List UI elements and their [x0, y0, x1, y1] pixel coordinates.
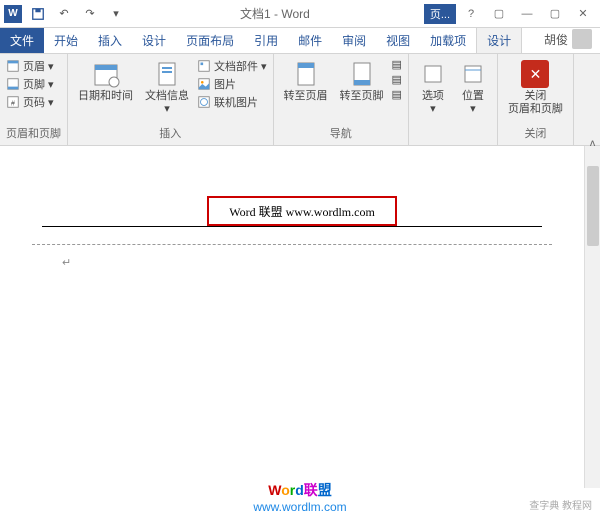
header-boundary [32, 244, 552, 245]
close-window-icon[interactable]: ✕ [570, 4, 596, 24]
vertical-scrollbar[interactable] [584, 146, 600, 488]
minimize-icon[interactable]: — [514, 4, 540, 24]
goto-footer-icon [348, 60, 376, 88]
nav-next-button[interactable]: ▤ [392, 73, 402, 86]
document-icon [153, 60, 181, 88]
ribbon: 页眉 ▾ 页脚 ▾ #页码 ▾ 页眉和页脚 日期和时间 文档信息▾ 文档部件 ▾… [0, 54, 600, 146]
window-title: 文档1 - Word [126, 5, 424, 22]
quick-access-toolbar: ↶ ↷ ▾ [28, 4, 126, 24]
docinfo-button[interactable]: 文档信息▾ [141, 58, 193, 125]
ribbon-tabs: 文件 开始 插入 设计 页面布局 引用 邮件 审阅 视图 加载项 设计 胡俊 [0, 28, 600, 54]
header-button[interactable]: 页眉 ▾ [6, 58, 61, 74]
user-name: 胡俊 [544, 31, 568, 48]
page: Word 联盟 www.wordlm.com ↵ [32, 176, 552, 476]
pagenum-button[interactable]: #页码 ▾ [6, 94, 61, 110]
options-button[interactable]: 选项▾ [415, 58, 451, 129]
tab-design[interactable]: 设计 [132, 28, 176, 53]
header-rule [42, 226, 542, 227]
group-label: 插入 [74, 125, 267, 141]
redo-icon[interactable]: ↷ [80, 4, 100, 24]
tab-addins[interactable]: 加载项 [420, 28, 476, 53]
tab-references[interactable]: 引用 [244, 28, 288, 53]
group-label: 关闭 [504, 125, 567, 141]
svg-text:#: # [11, 101, 15, 108]
tab-view[interactable]: 视图 [376, 28, 420, 53]
nav-prev-button[interactable]: ▤ [392, 58, 402, 71]
tab-insert[interactable]: 插入 [88, 28, 132, 53]
close-hf-button[interactable]: ✕ 关闭 页眉和页脚 [504, 58, 567, 118]
watermark-source: 查字典 教程网 [529, 497, 592, 512]
calendar-icon [92, 60, 120, 88]
goto-footer-button[interactable]: 转至页脚 [336, 58, 388, 125]
watermark-url: www.wordlm.com [253, 500, 346, 514]
footer-button[interactable]: 页脚 ▾ [6, 76, 61, 92]
undo-icon[interactable]: ↶ [54, 4, 74, 24]
group-options: 选项▾ 位置▾ [409, 54, 498, 145]
group-label: 导航 [280, 125, 402, 141]
position-button[interactable]: 位置▾ [455, 58, 491, 129]
close-icon: ✕ [521, 60, 549, 88]
titlebar: W ↶ ↷ ▾ 文档1 - Word 页... ? ▢ — ▢ ✕ [0, 0, 600, 28]
nav-link-button[interactable]: ▤ [392, 88, 402, 101]
goto-header-icon [292, 60, 320, 88]
online-picture-button[interactable]: 联机图片 [197, 94, 267, 110]
group-label: 页眉和页脚 [6, 125, 61, 141]
group-label [415, 129, 491, 141]
help-icon[interactable]: ? [458, 4, 484, 24]
picture-button[interactable]: 图片 [197, 76, 267, 92]
paragraph-mark: ↵ [62, 256, 71, 269]
ribbon-options-icon[interactable]: ▢ [486, 4, 512, 24]
group-close: ✕ 关闭 页眉和页脚 关闭 [498, 54, 574, 145]
save-icon[interactable] [28, 4, 48, 24]
tab-layout[interactable]: 页面布局 [176, 28, 244, 53]
header-text[interactable]: Word 联盟 www.wordlm.com [229, 203, 375, 220]
tab-hf-design[interactable]: 设计 [476, 27, 522, 53]
user-account[interactable]: 胡俊 [536, 25, 600, 53]
maximize-icon[interactable]: ▢ [542, 4, 568, 24]
scroll-thumb[interactable] [587, 166, 599, 246]
goto-header-button[interactable]: 转至页眉 [280, 58, 332, 125]
watermark: Word联盟 www.wordlm.com [0, 480, 600, 514]
tab-home[interactable]: 开始 [44, 28, 88, 53]
position-icon [459, 60, 487, 88]
tab-mailings[interactable]: 邮件 [288, 28, 332, 53]
options-icon [419, 60, 447, 88]
tab-review[interactable]: 审阅 [332, 28, 376, 53]
group-insert: 日期和时间 文档信息▾ 文档部件 ▾ 图片 联机图片 插入 [68, 54, 274, 145]
contextual-tab-label[interactable]: 页... [424, 4, 456, 24]
watermark-logo: Word联盟 [268, 480, 332, 500]
avatar-icon [572, 29, 592, 49]
app-icon: W [4, 5, 22, 23]
group-navigation: 转至页眉 转至页脚 ▤ ▤ ▤ 导航 [274, 54, 409, 145]
datetime-button[interactable]: 日期和时间 [74, 58, 137, 125]
qat-dropdown-icon[interactable]: ▾ [106, 4, 126, 24]
document-area[interactable]: Word 联盟 www.wordlm.com ↵ [0, 146, 600, 488]
tab-file[interactable]: 文件 [0, 28, 44, 53]
header-highlight-box: Word 联盟 www.wordlm.com [207, 196, 397, 226]
docparts-button[interactable]: 文档部件 ▾ [197, 58, 267, 74]
group-header-footer: 页眉 ▾ 页脚 ▾ #页码 ▾ 页眉和页脚 [0, 54, 68, 145]
